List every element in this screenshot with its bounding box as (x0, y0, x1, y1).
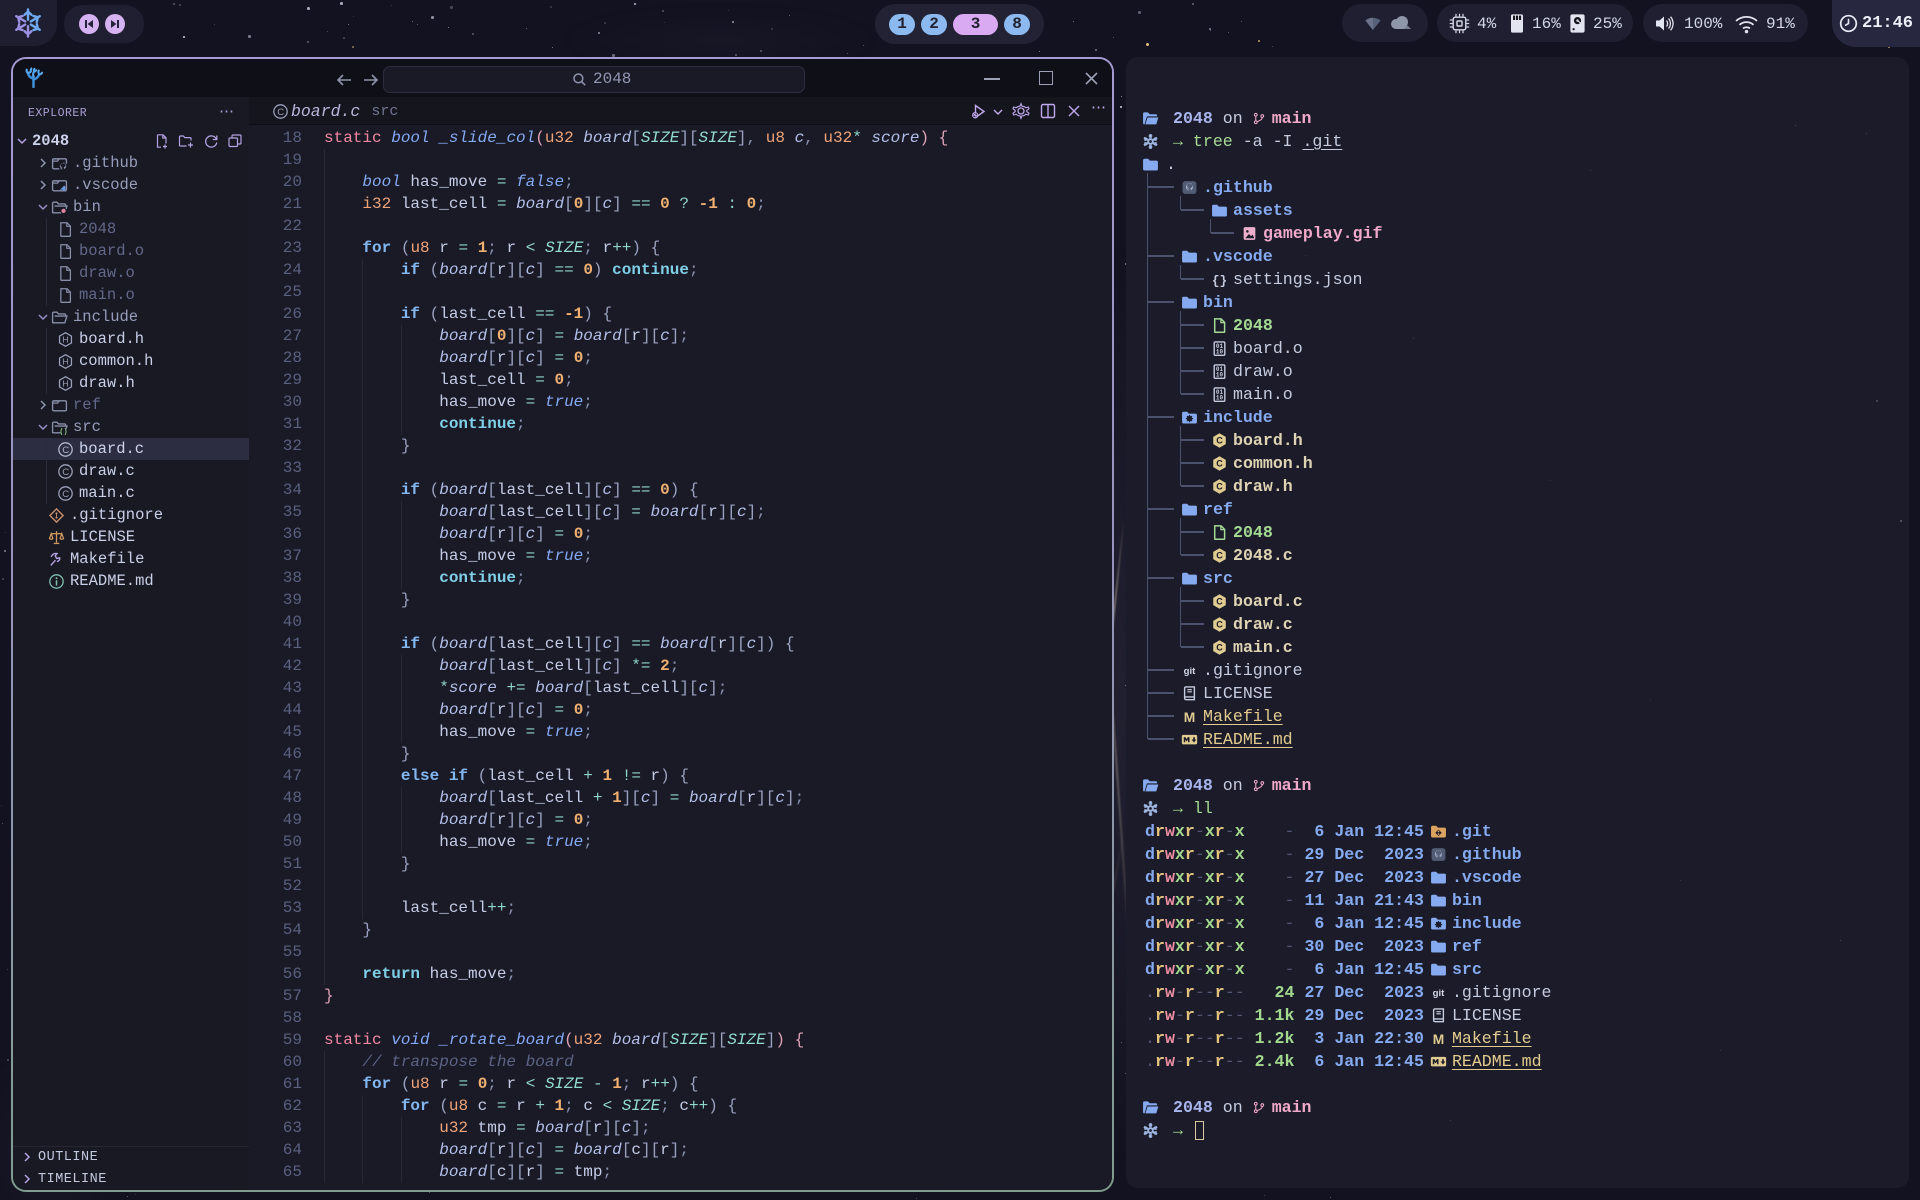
svg-text:H: H (62, 356, 68, 366)
svg-text:H: H (62, 378, 68, 388)
svg-text:C: C (62, 466, 69, 477)
svg-text:C: C (277, 107, 284, 118)
svg-text:H: H (62, 334, 68, 344)
svg-text:C: C (62, 444, 69, 455)
svg-text:(): () (59, 428, 67, 436)
svg-text:C: C (62, 488, 69, 499)
